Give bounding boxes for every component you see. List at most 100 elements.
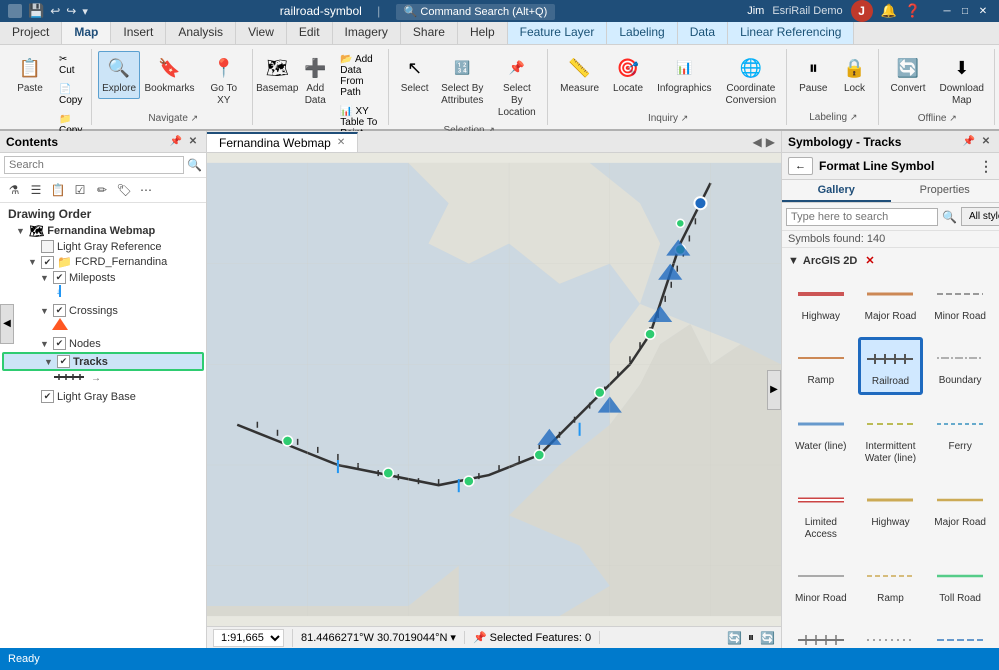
sym-close-button[interactable]: ✕	[979, 135, 993, 149]
sym-tab-properties[interactable]: Properties	[891, 180, 999, 202]
labeling-expand[interactable]: ↗	[850, 112, 858, 122]
locate-button[interactable]: 🎯 Locate	[607, 51, 649, 99]
minimize-button[interactable]: ─	[939, 4, 955, 18]
expand-fernandina[interactable]: ▼	[16, 226, 26, 236]
offline-expand[interactable]: ↗	[949, 113, 957, 123]
infographics-button[interactable]: 📊 Infographics	[651, 51, 717, 99]
bookmarks-button[interactable]: 🔖 Bookmarks	[142, 51, 197, 99]
checkbox-light-gray-base[interactable]: ✔	[41, 390, 54, 403]
map-collapse-left[interactable]: ◀	[753, 135, 762, 149]
expand-tracks[interactable]: ▼	[44, 357, 54, 367]
checkbox-light-gray-ref[interactable]	[41, 240, 54, 253]
select-by-location-button[interactable]: 📌 Select ByLocation	[491, 51, 544, 123]
contents-list-by-editing[interactable]: ✏	[92, 180, 112, 200]
contents-pin-button[interactable]: 📌	[169, 135, 183, 149]
tab-share[interactable]: Share	[401, 22, 458, 44]
map-tab-fernandina[interactable]: Fernandina Webmap ✕	[207, 132, 358, 152]
sym-item-water-line[interactable]: Water (line)	[788, 403, 854, 471]
sym-item-water-line2[interactable]: Water (line)	[927, 619, 993, 648]
sym-item-boundary2[interactable]: Boundary	[858, 619, 924, 648]
tab-linear-referencing[interactable]: Linear Referencing	[728, 22, 854, 44]
user-avatar[interactable]: J	[851, 0, 873, 22]
tab-help[interactable]: Help	[458, 22, 508, 44]
sym-item-ferry[interactable]: Ferry	[927, 403, 993, 471]
sym-more-button[interactable]: ⋮	[979, 158, 993, 175]
sym-scroll-area[interactable]: ▼ ArcGIS 2D ✕ Highway	[782, 248, 999, 648]
contents-list-by-source[interactable]: 📋	[48, 180, 68, 200]
sym-item-major-road[interactable]: Major Road	[858, 273, 924, 329]
contents-search-icon[interactable]: 🔍	[187, 158, 202, 172]
sym-item-intermittent-water[interactable]: Intermittent Water (line)	[858, 403, 924, 471]
map-collapse-right[interactable]: ▶	[766, 135, 775, 149]
map-tab-close-button[interactable]: ✕	[337, 137, 345, 148]
layer-light-gray-ref[interactable]: ▶ Light Gray Reference	[0, 239, 206, 254]
help-icon[interactable]: ❓	[905, 3, 921, 19]
quick-access-redo[interactable]: ↪	[66, 4, 76, 18]
sym-item-minor-road[interactable]: Minor Road	[927, 273, 993, 329]
sym-search-input[interactable]	[786, 208, 938, 226]
sym-group-delete-icon[interactable]: ✕	[865, 254, 874, 267]
contents-close-button[interactable]: ✕	[186, 135, 200, 149]
explore-button[interactable]: 🔍 Explore	[98, 51, 139, 99]
map-pause-icon[interactable]: ⏸	[748, 630, 754, 645]
sym-pin-button[interactable]: 📌	[962, 135, 976, 149]
checkbox-tracks[interactable]: ✔	[57, 355, 70, 368]
checkbox-crossings[interactable]: ✔	[53, 304, 66, 317]
paste-button[interactable]: 📋 Paste	[8, 51, 52, 99]
contents-list-by-drawing-order[interactable]: ☰	[26, 180, 46, 200]
select-by-attr-button[interactable]: 🔢 Select ByAttributes	[436, 51, 489, 111]
tab-feature-layer[interactable]: Feature Layer	[508, 22, 608, 44]
layer-light-gray-base[interactable]: ▶ ✔ Light Gray Base	[0, 389, 206, 404]
coordinate-dropdown[interactable]: ▾	[450, 631, 456, 644]
copy-button[interactable]: 📄 Copy	[54, 81, 87, 109]
convert-button[interactable]: 🔄 Convert	[885, 51, 932, 99]
expand-crossings[interactable]: ▼	[40, 306, 50, 316]
layer-fcrd-fernandina[interactable]: ▼ ✔ 📁 FCRD_Fernandina	[0, 254, 206, 270]
sym-item-major-road2[interactable]: Major Road	[927, 479, 993, 547]
map-right-collapse-button[interactable]: ▶	[767, 370, 781, 410]
contents-list-by-labeling[interactable]: 🏷	[114, 180, 134, 200]
tab-data[interactable]: Data	[678, 22, 728, 44]
contents-more-button[interactable]: ⋯	[136, 180, 156, 200]
expand-fcrd[interactable]: ▼	[28, 257, 38, 267]
basemap-button[interactable]: 🗺 Basemap	[259, 51, 295, 99]
contents-search-input[interactable]	[4, 156, 184, 174]
sym-item-toll-road[interactable]: Toll Road	[927, 555, 993, 611]
sym-item-railroad[interactable]: Railroad	[858, 337, 924, 395]
sym-group-expand-icon[interactable]: ▼	[788, 255, 799, 267]
maximize-button[interactable]: □	[957, 4, 973, 18]
sym-item-railroad2[interactable]: Railroad	[788, 619, 854, 648]
tab-insert[interactable]: Insert	[111, 22, 166, 44]
add-data-from-path-button[interactable]: 📂 Add Data From Path	[335, 51, 385, 101]
map-sync-icon[interactable]: 🔄	[760, 631, 775, 645]
checkbox-fcrd[interactable]: ✔	[41, 256, 54, 269]
goto-xy-button[interactable]: 📍 Go To XY	[199, 51, 248, 111]
sym-item-highway[interactable]: Highway	[788, 273, 854, 329]
tab-analysis[interactable]: Analysis	[166, 22, 236, 44]
tab-project[interactable]: Project	[0, 22, 62, 44]
sym-style-select[interactable]: All styles	[961, 207, 999, 226]
sym-item-ramp[interactable]: Ramp	[788, 337, 854, 395]
add-data-button[interactable]: ➕ AddData	[297, 51, 333, 111]
map-canvas[interactable]	[207, 153, 781, 626]
sym-back-button[interactable]: ←	[788, 157, 813, 175]
notification-icon[interactable]: 🔔	[881, 3, 897, 19]
pause-button[interactable]: ⏸ Pause	[793, 51, 833, 99]
checkbox-mileposts[interactable]: ✔	[53, 271, 66, 284]
scale-select[interactable]: 1:91,665	[213, 629, 284, 647]
contents-list-by-selection[interactable]: ☑	[70, 180, 90, 200]
quick-access-undo[interactable]: ↩	[50, 4, 60, 18]
layer-mileposts[interactable]: ▼ ✔ Mileposts	[0, 270, 206, 285]
coordinate-button[interactable]: 🌐 CoordinateConversion	[720, 51, 783, 111]
layer-crossings[interactable]: ▼ ✔ Crossings	[0, 303, 206, 318]
layer-tracks[interactable]: ▼ ✔ Tracks	[2, 352, 204, 371]
sym-item-minor-road2[interactable]: Minor Road	[788, 555, 854, 611]
sym-item-limited-access[interactable]: Limited Access	[788, 479, 854, 547]
sym-item-highway2[interactable]: Highway	[858, 479, 924, 547]
measure-button[interactable]: 📏 Measure	[554, 51, 605, 99]
expand-mileposts[interactable]: ▼	[40, 273, 50, 283]
quick-access-save[interactable]: 💾	[28, 3, 44, 19]
sym-item-boundary[interactable]: Boundary	[927, 337, 993, 395]
checkbox-nodes[interactable]: ✔	[53, 337, 66, 350]
sym-search-icon[interactable]: 🔍	[942, 210, 957, 224]
